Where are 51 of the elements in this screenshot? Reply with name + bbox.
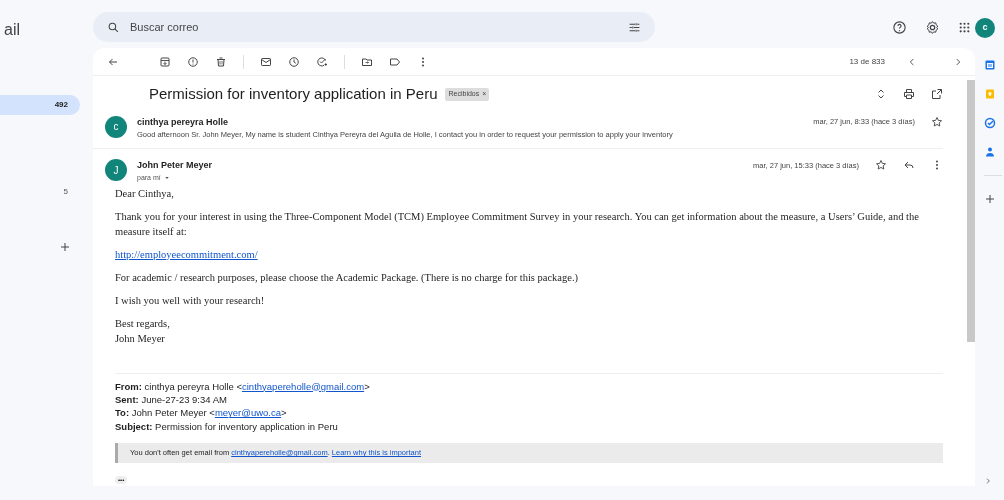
body-paragraph: Thank you for your interest in using the Three-Component Model (TCM) Employee Commitment Survey in your research. You can get information about the measure, a Users’ Guide, and the measure itself at:: [115, 210, 920, 240]
help-icon[interactable]: [892, 19, 907, 35]
body-paragraph: I wish you well with your research!: [115, 293, 266, 308]
filter-options-icon[interactable]: [628, 20, 641, 34]
website-link[interactable]: http://employeecommitment.com/: [115, 248, 258, 260]
delete-icon[interactable]: [215, 55, 227, 68]
expand-all-icon[interactable]: [875, 88, 887, 101]
star-icon[interactable]: [875, 159, 887, 172]
account-avatar[interactable]: c: [975, 18, 995, 38]
settings-icon[interactable]: [925, 19, 940, 35]
quoted-header-line: From: cinthya pereyra Holle <cinthyapereholle@gmail.com>: [115, 379, 371, 393]
apps-grid-icon[interactable]: [958, 20, 971, 34]
quoted-header-line: To: John Peter Meyer <meyer@uwo.ca>: [115, 406, 288, 420]
email-subject: Permission for inventory application in Peru: [149, 84, 438, 104]
search-field[interactable]: Buscar correo: [93, 12, 655, 42]
tasks-icon[interactable]: [984, 117, 996, 129]
previous-icon[interactable]: [907, 56, 917, 67]
calendar-icon[interactable]: [984, 59, 996, 71]
email-link[interactable]: meyer@uwo.ca: [214, 407, 282, 419]
logo-text: ail: [3, 20, 21, 40]
search-icon[interactable]: [107, 20, 120, 34]
search-input[interactable]: Buscar correo: [128, 17, 620, 37]
snooze-icon[interactable]: [288, 55, 300, 68]
signature: Best regards, John Meyer: [115, 316, 171, 346]
caret-icon[interactable]: [163, 175, 170, 181]
open-new-window-icon[interactable]: [931, 88, 943, 101]
mark-unread-icon[interactable]: [260, 55, 272, 68]
folder-count[interactable]: 492: [0, 95, 80, 115]
email-link[interactable]: cinthyapereholle@gmail.com: [242, 380, 365, 392]
label-icon[interactable]: [389, 55, 401, 68]
body-paragraph: Dear Cinthya,: [115, 187, 175, 202]
sender-name: cinthya pereyra Holle: [137, 115, 230, 129]
sender-avatar: c: [105, 115, 127, 138]
quoted-header-line: Sent: June-27-23 9:34 AM: [115, 393, 228, 407]
archive-icon[interactable]: [159, 55, 171, 68]
message-position: 13 de 833: [849, 55, 885, 68]
report-spam-icon[interactable]: [187, 55, 199, 68]
add-task-icon[interactable]: [316, 55, 328, 68]
sender-name: John Peter Meyer: [137, 159, 214, 173]
move-to-icon[interactable]: [361, 55, 373, 68]
quoted-header-line: Subject: Permission for inventory application in Peru: [115, 419, 339, 434]
folder-count[interactable]: 5: [0, 182, 80, 202]
scrollbar[interactable]: [967, 80, 975, 342]
contacts-icon[interactable]: [984, 146, 996, 158]
print-icon[interactable]: [903, 88, 915, 101]
star-icon[interactable]: [931, 115, 943, 128]
body-paragraph: For academic / research purposes, please choose the Academic Package. (There is no charge for this package.): [115, 270, 580, 285]
add-label-icon[interactable]: [59, 241, 71, 253]
add-addon-icon[interactable]: [984, 193, 996, 205]
sender-avatar: J: [105, 159, 127, 182]
next-icon[interactable]: [953, 56, 963, 67]
